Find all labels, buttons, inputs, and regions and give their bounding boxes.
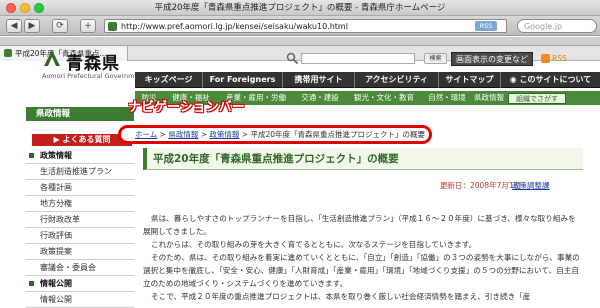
breadcrumb-separator: > [239,130,251,139]
category-prefectural-info[interactable]: 県政情報 [473,91,505,105]
top-nav-sitemap[interactable]: サイトマップ [439,72,501,88]
forward-arrow-icon: ▶ [28,21,36,31]
department-link[interactable]: 政策調整課 [512,180,550,191]
top-navigation: キッズページ For Foreigners 携帯用サイト アクセシビリティ サイ… [135,72,600,88]
address-bar[interactable]: http://www.pref.aomori.lg.jp/kensei/seis… [104,19,507,33]
category-transport[interactable]: 交通・建設 [293,91,347,105]
site-subtitle: Aomori Prefectural Government [42,72,146,80]
breadcrumb-prefectural-info[interactable]: 県政情報 [168,130,198,139]
close-window-button[interactable] [6,3,16,13]
favicon-icon [108,22,117,31]
rss-link[interactable]: RSS [552,54,567,63]
browser-toolbar: ◀ ▶ ⟳ + http://www.pref.aomori.lg.jp/ken… [0,16,600,36]
top-nav-accessibility[interactable]: アクセシビリティ [355,72,439,88]
sidebar-item-various-plans[interactable]: 各種計画 [26,180,134,196]
sidebar-item-label: 政策提案 [40,247,72,256]
sidebar-item-label: 行財政改革 [40,215,80,224]
breadcrumb-separator: > [198,130,210,139]
breadcrumb-policy-info[interactable]: 政策情報 [209,130,239,139]
circle-arrow-icon: ◉ [509,75,520,84]
sidebar-item-councils[interactable]: 審議会・委員会 [26,260,134,276]
forward-button[interactable]: ▶ [24,19,40,33]
minimize-window-button[interactable] [20,3,30,13]
page-title: 平成20年度「青森県重点推進プロジェクト」の概要 [153,153,399,165]
tab-favicon-icon [4,49,12,57]
reload-button[interactable]: ⟳ [52,19,68,33]
find-by-organization-button[interactable]: 組織でさがす [508,93,566,104]
top-nav-about-label: このサイトについて [519,75,592,84]
faq-label: よくある質問 [62,135,111,144]
sidebar-item-label: 情報公開 [40,279,72,288]
rss-badge[interactable]: RSS [475,21,497,31]
site-name[interactable]: 青森県 [66,49,120,74]
new-tab-button[interactable]: + [80,19,96,33]
top-nav-foreigners[interactable]: For Foreigners [203,72,283,88]
sidebar-item-reform[interactable]: 行財政改革 [26,212,134,228]
sidebar-item-disclosure[interactable]: 情報公開 [26,276,134,292]
plus-icon: + [84,21,92,31]
sidebar-item-policy[interactable]: 政策情報 [26,148,134,164]
window-title: 平成20年度「青森県重点推進プロジェクト」の概要 - 青森県庁ホームページ [154,3,446,13]
top-nav-about[interactable]: ◉ このサイトについて [501,72,600,88]
sidebar-item-label: 審議会・委員会 [40,263,96,272]
site-search-input[interactable] [301,53,415,64]
rss-icon[interactable] [541,54,550,63]
prefecture-logo-icon [44,50,60,66]
magnifier-icon [286,52,299,65]
sidebar-item-label: 政策情報 [40,151,72,160]
reload-icon: ⟳ [56,21,64,31]
breadcrumb: ホーム > 県政情報 > 政策情報 > 平成20年度「青森県重点推進プロジェクト… [118,125,432,144]
category-nature[interactable]: 自然・環境 [421,91,473,105]
sidebar-item-proposal[interactable]: 政策提案 [26,244,134,260]
sidebar-item-decentralization[interactable]: 地方分権 [26,196,134,212]
display-settings-button[interactable]: 画面表示の変更など [451,52,533,66]
sidebar-item-plan[interactable]: 生活創造推進プラン [26,164,134,180]
faq-button[interactable]: ▶ よくある質問 [32,134,132,146]
top-nav-kids[interactable]: キッズページ [135,72,203,88]
navigation-bar-callout: ナビゲーションバー [128,100,245,115]
sidebar-item-label: 生活創造推進プラン [40,167,112,176]
bullet-icon [29,281,34,286]
body-paragraph: これからは、その取り組みの芽を大きく育てるとともに、次なるステージを目指していき… [151,240,477,249]
body-paragraph: 県は、暮らしやすさのトップランナーを目指し、「生活創造推進プラン」（平成１６～２… [143,214,576,236]
sidebar-item-evaluation[interactable]: 行政評価 [26,228,134,244]
site-search-button[interactable]: 検索 [424,53,447,64]
updated-date: 更新日：2008年7月1日 [440,181,522,190]
bookmarks-bar [0,37,600,46]
sidebar-item-label: 行政評価 [40,231,72,240]
breadcrumb-current: 平成20年度「青森県重点推進プロジェクト」の概要 [250,130,426,139]
category-tourism-culture[interactable]: 観光・文化・教育 [347,91,421,105]
sidebar-item-label: 各種計画 [40,183,72,192]
url-text: http://www.pref.aomori.lg.jp/kensei/seis… [121,22,348,31]
body-paragraph: そのため、県は、その取り組みを着実に進めていくとともに、「自立」「創造」「協働」… [143,253,580,288]
body-paragraph: そこで、平成２０年度の重点推進プロジェクトは、本県を取り巻く厳しい社会経済情勢を… [151,292,531,300]
bullet-icon [29,153,34,158]
zoom-window-button[interactable] [34,3,44,13]
top-nav-mobile[interactable]: 携帯用サイト [283,72,355,88]
window-titlebar: 平成20年度「青森県重点推進プロジェクト」の概要 - 青森県庁ホームページ [0,0,600,16]
sidebar-item-label: 地方分権 [40,199,72,208]
breadcrumb-separator: > [157,130,169,139]
sidebar-header: 県政情報 [26,107,134,121]
back-arrow-icon: ◀ [10,21,18,31]
breadcrumb-home[interactable]: ホーム [135,130,157,139]
browser-search-field[interactable]: Google.jp [517,19,597,33]
search-placeholder: Google.jp [524,22,563,31]
back-button[interactable]: ◀ [6,19,22,33]
sidebar-item-disclosure-sub[interactable]: 情報公開 [26,292,134,308]
